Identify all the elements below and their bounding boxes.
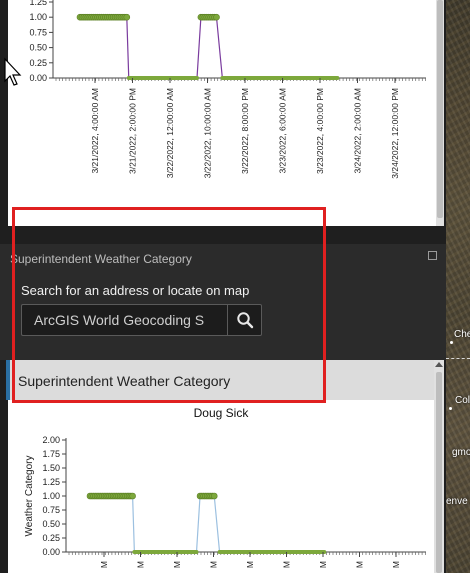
y-tick-label: 1.75: [42, 449, 60, 459]
scrollbar-thumb[interactable]: [437, 0, 443, 218]
top-panel-scrollbar[interactable]: [436, 0, 444, 226]
x-tick-label: 3/22/2022, 12:00:00 AM: [165, 88, 175, 178]
search-input[interactable]: [21, 304, 227, 336]
data-point: [213, 13, 220, 21]
x-tick-label: M: [99, 561, 109, 568]
x-tick-label: M: [391, 561, 401, 568]
search-icon: [236, 312, 253, 329]
y-tick-label: 0.00: [29, 73, 47, 83]
y-tick-label: 0.75: [29, 27, 47, 37]
x-tick-label: M: [245, 561, 255, 568]
y-axis-label: Weather Category: [24, 456, 35, 537]
x-tick-label: M: [355, 561, 365, 568]
search-button[interactable]: [227, 304, 262, 336]
maximize-icon[interactable]: [428, 251, 437, 260]
bottom-panel-scrollbar[interactable]: [434, 360, 444, 573]
scroll-up-icon[interactable]: [435, 362, 443, 367]
data-point: [129, 492, 136, 500]
y-tick-label: 1.25: [29, 0, 47, 7]
y-tick-label: 1.25: [42, 477, 60, 487]
x-tick-label: M: [136, 561, 146, 568]
map-view[interactable]: [446, 0, 470, 573]
map-label: enve: [446, 496, 468, 507]
data-point: [123, 13, 131, 21]
x-tick-label: 3/21/2022, 4:00:00 AM: [90, 88, 100, 174]
y-tick-label: 1.50: [42, 463, 60, 473]
map-label: Col: [455, 395, 470, 406]
y-tick-label: 0.00: [42, 547, 60, 557]
map-boundary-line: [446, 358, 470, 359]
x-tick-label: 3/23/2022, 4:00:00 PM: [315, 88, 325, 174]
x-tick-label: M: [282, 561, 292, 568]
map-label: Che: [454, 329, 470, 340]
y-tick-label: 0.50: [29, 43, 47, 53]
data-point: [210, 492, 218, 500]
x-tick-label: M: [318, 561, 328, 568]
top-chart-panel: 1.25 1.00 0.75 0.50 0.25 0.00 3/21/2022, 4:00:…: [8, 0, 436, 226]
y-tick-label: 1.00: [42, 491, 60, 501]
mouse-cursor-icon: [4, 57, 22, 86]
y-tick-label: 0.50: [42, 519, 60, 529]
map-label: gmo: [452, 447, 470, 458]
y-tick-label: 0.25: [29, 58, 47, 68]
series-line: [80, 16, 338, 79]
map-city-dot[interactable]: [450, 341, 453, 344]
search-widget-panel: Superintendent Weather Category Search f…: [0, 244, 446, 360]
panel-title: Superintendent Weather Category: [10, 252, 192, 266]
scrollbar-thumb[interactable]: [436, 372, 442, 573]
x-tick-label: 3/22/2022, 10:00:00 AM: [203, 88, 213, 178]
top-line-chart: 1.25 1.00 0.75 0.50 0.25 0.00 3/21/2022, 4:00:…: [29, 0, 426, 179]
x-tick-label: 3/23/2022, 6:00:00 AM: [278, 88, 288, 174]
x-tick-label: 3/22/2022, 8:00:00 PM: [240, 88, 250, 174]
search-label: Search for an address or locate on map: [21, 283, 250, 298]
x-tick-label: M: [172, 561, 182, 568]
series-line: [90, 495, 325, 553]
bottom-line-chart: 2.00 1.75 1.50 1.25 1.00 0.75 0.50 0.25 0.00 Weat…: [24, 435, 426, 568]
bottom-chart-panel: Superintendent Weather Category Doug Sic…: [8, 360, 434, 573]
y-tick-label: 0.25: [42, 533, 60, 543]
x-tick-label: 3/21/2022, 2:00:00 PM: [128, 88, 138, 174]
x-tick-label: M: [209, 561, 219, 568]
y-tick-label: 0.75: [42, 505, 60, 515]
panel-accent-bar: [6, 360, 10, 400]
x-tick-label: 3/24/2022, 2:00:00 AM: [353, 88, 363, 174]
map-terrain: [446, 0, 470, 573]
y-tick-label: 1.00: [29, 12, 47, 22]
map-city-dot[interactable]: [449, 407, 452, 410]
y-tick-label: 2.00: [42, 435, 60, 445]
x-tick-label: 3/24/2022, 12:00:00 PM: [390, 88, 400, 179]
